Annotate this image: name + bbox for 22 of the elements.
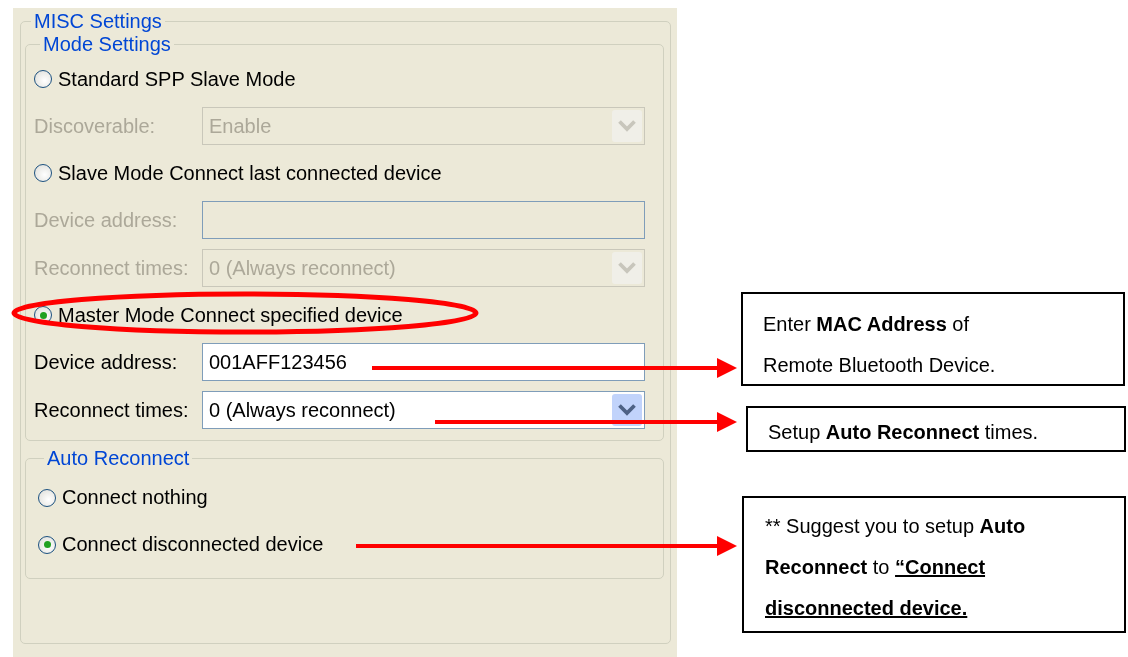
radio-button[interactable]	[34, 164, 52, 182]
radio-label[interactable]: Slave Mode Connect last connected device	[58, 161, 442, 185]
radio-label[interactable]: Connect disconnected device	[62, 533, 324, 556]
callout-text: Setup Auto Reconnect times.	[768, 420, 1040, 445]
field-label: Reconnect times:	[34, 398, 190, 422]
radio-label[interactable]: Standard SPP Slave Mode	[58, 67, 296, 91]
group-title: Auto Reconnect	[46, 447, 191, 470]
radio-button[interactable]	[38, 535, 56, 554]
radio-button[interactable]	[38, 488, 56, 507]
callout-text: ** Suggest you to setup Auto Reconnect to “Connect disconnected device.	[765, 514, 1027, 621]
dropdown[interactable]: 0 (Always reconnect)	[202, 391, 645, 429]
group-title: Mode Settings	[42, 33, 172, 56]
field-label: Reconnect times:	[34, 256, 190, 280]
radio-label[interactable]: Connect nothing	[62, 486, 208, 509]
radio-button[interactable]	[34, 70, 52, 88]
field-label: Discoverable:	[34, 114, 157, 138]
field-label: Device address:	[34, 208, 179, 232]
callout-text: Enter MAC Address of Remote Bluetooth Device.	[763, 312, 997, 378]
input-field[interactable]	[202, 201, 645, 239]
group-title: MISC Settings	[33, 10, 163, 33]
input-field[interactable]: 001AFF123456	[202, 343, 645, 381]
field-label: Device address:	[34, 350, 179, 374]
